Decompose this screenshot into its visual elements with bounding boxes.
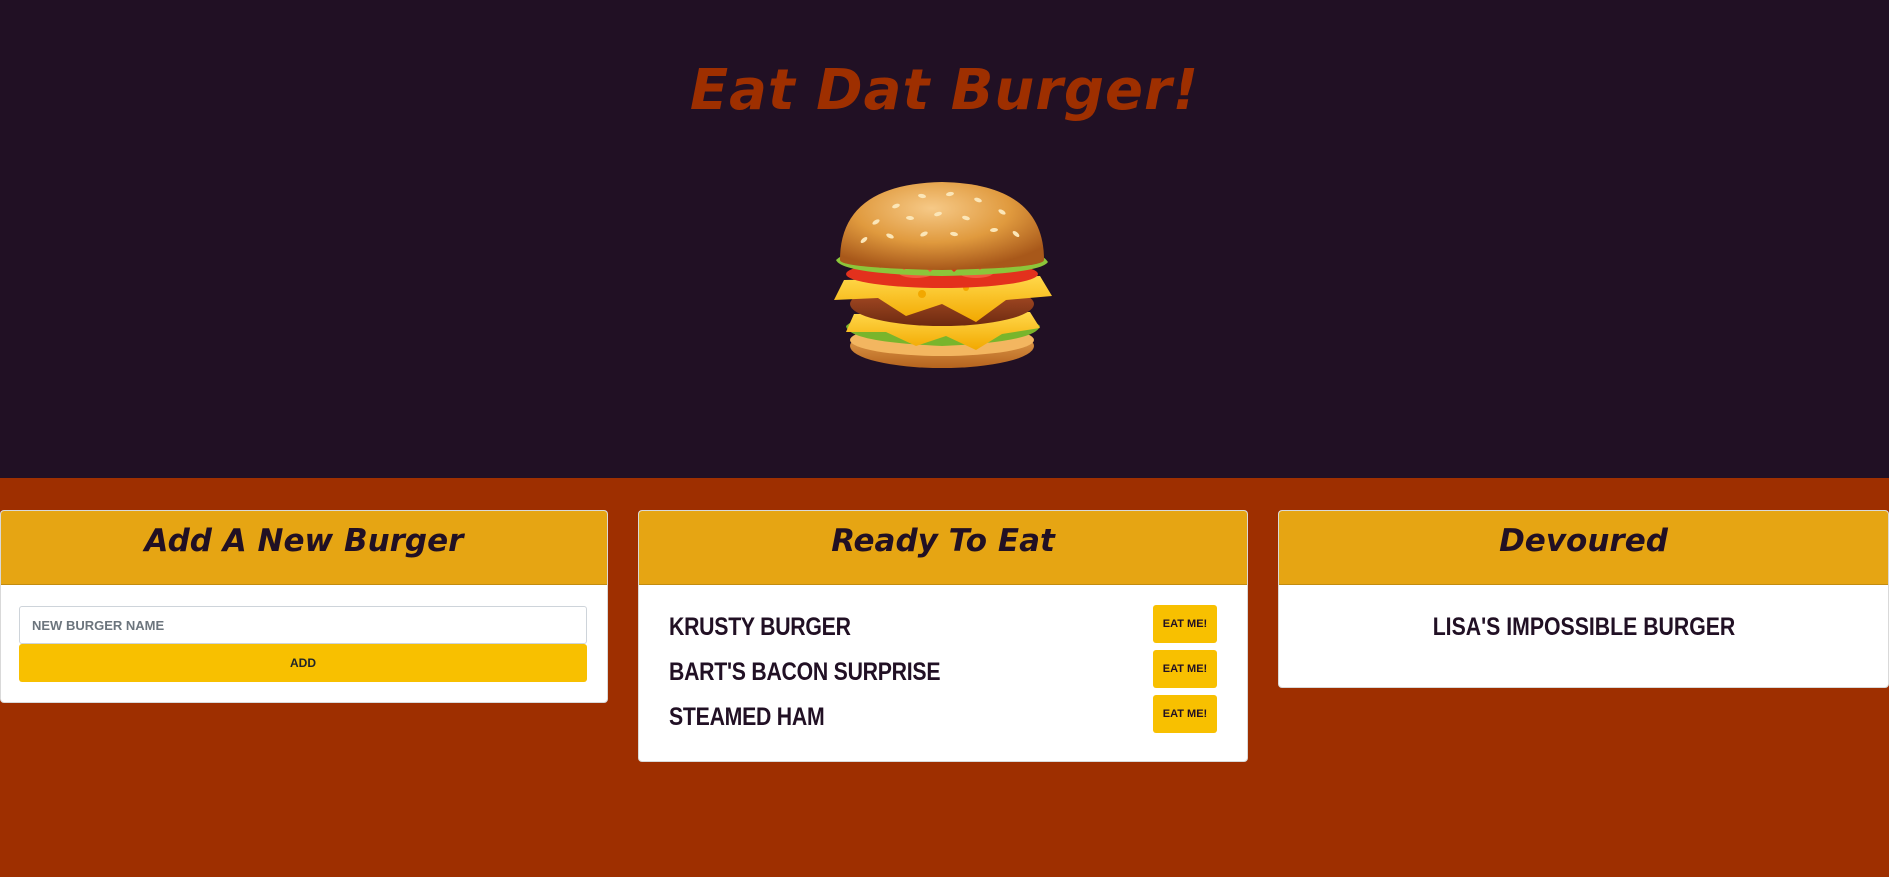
add-burger-card-header: Add A New Burger bbox=[1, 511, 607, 585]
add-burger-button[interactable]: ADD bbox=[19, 644, 587, 682]
burger-name: STEAMED HAM bbox=[669, 703, 825, 731]
page-title: Eat Dat Burger! bbox=[689, 58, 1200, 123]
devoured-card-title: Devoured bbox=[1499, 523, 1668, 559]
eat-me-button[interactable]: EAT ME! bbox=[1153, 695, 1217, 733]
hero-section: Eat Dat Burger! bbox=[0, 0, 1889, 478]
list-item: STEAMED HAM EAT ME! bbox=[639, 695, 1247, 740]
list-item: BART'S BACON SURPRISE EAT ME! bbox=[639, 650, 1247, 695]
burger-image bbox=[826, 176, 1058, 372]
burger-name: LISA'S IMPOSSIBLE BURGER bbox=[1432, 613, 1735, 641]
add-burger-card: Add A New Burger ADD bbox=[0, 510, 608, 703]
eat-me-button[interactable]: EAT ME! bbox=[1153, 650, 1217, 688]
burger-icon bbox=[834, 182, 1052, 368]
eat-me-button[interactable]: EAT ME! bbox=[1153, 605, 1217, 643]
ready-to-eat-card: Ready To Eat KRUSTY BURGER EAT ME! BART'… bbox=[638, 510, 1248, 762]
burger-name: BART'S BACON SURPRISE bbox=[669, 658, 941, 686]
devoured-card-header: Devoured bbox=[1279, 511, 1888, 585]
burger-name: KRUSTY BURGER bbox=[669, 613, 851, 641]
content-section: Add A New Burger ADD Ready To Eat KRUSTY… bbox=[0, 478, 1889, 877]
ready-to-eat-card-title: Ready To Eat bbox=[831, 523, 1055, 559]
new-burger-input[interactable] bbox=[19, 606, 587, 644]
devoured-item: LISA'S IMPOSSIBLE BURGER bbox=[1279, 613, 1888, 642]
list-item: KRUSTY BURGER EAT ME! bbox=[639, 605, 1247, 650]
add-burger-card-title: Add A New Burger bbox=[144, 523, 464, 559]
devoured-card: Devoured LISA'S IMPOSSIBLE BURGER bbox=[1278, 510, 1889, 688]
ready-to-eat-card-header: Ready To Eat bbox=[639, 511, 1247, 585]
ready-to-eat-list: KRUSTY BURGER EAT ME! BART'S BACON SURPR… bbox=[639, 605, 1247, 740]
